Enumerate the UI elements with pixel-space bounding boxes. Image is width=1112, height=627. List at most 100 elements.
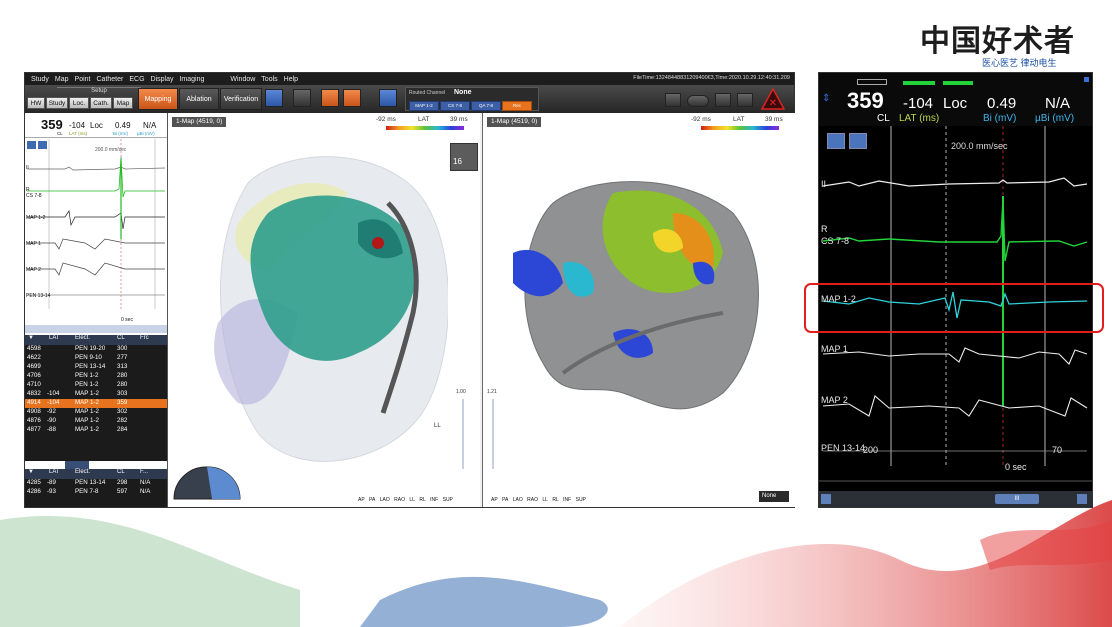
verification-mode-button[interactable]: Verification [220, 88, 262, 110]
col2-lat[interactable]: LAT [49, 469, 60, 475]
table-row[interactable]: 4706 PEN 1-2 280 [25, 372, 167, 381]
zoom-channel-ii-label[interactable]: II [821, 179, 826, 189]
right-view-ap[interactable]: AP [491, 497, 498, 503]
table-row[interactable]: 4286 -93 PEN 7-8 597 N/A [25, 488, 167, 497]
left-view-rao[interactable]: RAO [394, 497, 405, 503]
point-tool-icon[interactable] [343, 89, 361, 107]
target-tool-icon[interactable] [293, 89, 311, 107]
channel-map2-label[interactable]: MAP 2 [26, 267, 41, 273]
right-view-lao[interactable]: LAO [513, 497, 523, 503]
col2-f[interactable]: F... [140, 469, 148, 475]
scroll-left-icon[interactable] [821, 494, 831, 504]
pacer-icon[interactable] [687, 95, 709, 107]
map-left-title[interactable]: 1-Map (4519, 0) [172, 117, 227, 127]
record-chip[interactable]: Rec [502, 101, 532, 111]
tab-loc[interactable]: Loc. [69, 97, 89, 109]
zoom-channel-cs78-label[interactable]: CS 7-8 [821, 236, 849, 246]
col2-cl[interactable]: CL [117, 469, 125, 475]
table-row[interactable]: 4832 -104 MAP 1-2 303 [25, 390, 167, 399]
zoom-channel-map2-label[interactable]: MAP 2 [821, 395, 848, 405]
zoom-channel-map1-label[interactable]: MAP 1 [821, 344, 848, 354]
map-viewport-right[interactable]: 1-Map (4519, 0) -92 ms LAT 39 ms 1.21 AP… [482, 113, 795, 507]
menu-catheter[interactable]: Catheter [97, 76, 124, 83]
right-view-sup[interactable]: SUP [576, 497, 586, 503]
table-row[interactable]: 4908 -92 MAP 1-2 302 [25, 408, 167, 417]
table-row[interactable]: 4876 -90 MAP 1-2 282 [25, 417, 167, 426]
left-view-lao[interactable]: LAO [380, 497, 390, 503]
alert-icon[interactable]: ✕ [760, 87, 786, 110]
menu-window[interactable]: Window [230, 76, 255, 83]
orientation-widget[interactable] [172, 463, 242, 503]
left-zoom-slider[interactable] [462, 399, 464, 469]
left-view-inf[interactable]: INF [430, 497, 438, 503]
menu-map[interactable]: Map [55, 76, 69, 83]
channel-map1-label[interactable]: MAP 1 [26, 241, 41, 247]
right-zoom-slider[interactable] [492, 399, 494, 469]
right-lat-map-3d[interactable] [503, 163, 783, 423]
sort-icon[interactable]: ▼ [28, 335, 34, 341]
layers-control[interactable]: 16 [450, 143, 478, 171]
heart-status-icon[interactable] [737, 93, 753, 107]
col2-elect[interactable]: Elect. [75, 469, 90, 475]
left-view-ap[interactable]: AP [358, 497, 365, 503]
map-viewport-left[interactable]: 1-Map (4519, 0) -92 ms LAT 39 ms 16 1.00… [168, 113, 480, 507]
zoom-scroll-thumb[interactable]: III [995, 494, 1039, 504]
mapping-mode-button[interactable]: Mapping [138, 88, 178, 110]
col-cl[interactable]: CL [117, 335, 125, 341]
table-row[interactable]: 4622 PEN 9-10 277 [25, 354, 167, 363]
menu-tools[interactable]: Tools [261, 76, 277, 83]
left-ecg-scrollbar[interactable] [25, 325, 167, 333]
menu-imaging[interactable]: Imaging [179, 76, 204, 83]
scroll-right-icon[interactable] [1077, 494, 1087, 504]
tab-cath[interactable]: Cath. [90, 97, 112, 109]
table-row[interactable]: 4598 PEN 19-20 300 [25, 345, 167, 354]
table-splitter-icon[interactable] [65, 461, 89, 469]
ablation-mode-button[interactable]: Ablation [179, 88, 219, 110]
channel-ii-label[interactable]: II [26, 165, 29, 171]
map-none-select[interactable]: None [759, 491, 789, 502]
triangle-tool-icon[interactable] [321, 89, 339, 107]
chip-cs78[interactable]: CS 7-8 [440, 101, 470, 111]
routed-channel-value[interactable]: None [454, 89, 472, 96]
printer-icon[interactable] [665, 93, 681, 107]
right-view-rao[interactable]: RAO [527, 497, 538, 503]
left-view-rl[interactable]: RL [419, 497, 425, 503]
table-row[interactable]: 4699 PEN 13-14 313 [25, 363, 167, 372]
right-view-ll[interactable]: LL [542, 497, 548, 503]
menu-ecg[interactable]: ECG [129, 76, 144, 83]
chip-map12[interactable]: MAP 1-2 [409, 101, 439, 111]
tab-study[interactable]: Study [46, 97, 68, 109]
table-row[interactable]: 4914 -104 MAP 1-2 359 [25, 399, 167, 408]
menu-help[interactable]: Help [284, 76, 298, 83]
zoom-scrollbar[interactable]: III [819, 491, 1092, 507]
col-lat[interactable]: LAT [49, 335, 60, 341]
camera-icon[interactable] [715, 93, 731, 107]
zoom-stepper-icon[interactable]: ⇕ [822, 93, 830, 104]
tab-hw[interactable]: HW [27, 97, 45, 109]
right-view-rl[interactable]: RL [552, 497, 558, 503]
monitor-tool-icon[interactable] [379, 89, 397, 107]
sort-icon-2[interactable]: ▼ [28, 469, 34, 475]
channel-cs78-label[interactable]: R CS 7-8 [26, 187, 42, 199]
table-row[interactable]: 4710 PEN 1-2 280 [25, 381, 167, 390]
left-anatomy-3d[interactable] [208, 143, 448, 473]
map-right-title[interactable]: 1-Map (4519, 0) [487, 117, 542, 127]
left-view-sup[interactable]: SUP [443, 497, 453, 503]
zoom-channel-pen1314-label[interactable]: PEN 13-14 [821, 443, 865, 453]
right-view-inf[interactable]: INF [563, 497, 571, 503]
table-row[interactable]: 4877 -88 MAP 1-2 284 [25, 426, 167, 435]
chip-qa78[interactable]: QA 7-8 [471, 101, 501, 111]
col-elect[interactable]: Elect. [75, 335, 90, 341]
channel-map12-label[interactable]: MAP 1-2 [26, 215, 45, 221]
zoom-channel-r-label[interactable]: R [821, 224, 828, 234]
left-view-pa[interactable]: PA [369, 497, 375, 503]
col-frc[interactable]: Frc [140, 335, 149, 341]
menu-display[interactable]: Display [151, 76, 174, 83]
left-view-ll[interactable]: LL [409, 497, 415, 503]
channel-pen1314-label[interactable]: PEN 13-14 [26, 293, 50, 299]
tab-map[interactable]: Map [113, 97, 133, 109]
table-row[interactable]: 4285 -89 PEN 13-14 298 N/A [25, 479, 167, 488]
zoom-corner-icon[interactable] [1084, 77, 1089, 82]
right-view-pa[interactable]: PA [502, 497, 508, 503]
menu-point[interactable]: Point [75, 76, 91, 83]
